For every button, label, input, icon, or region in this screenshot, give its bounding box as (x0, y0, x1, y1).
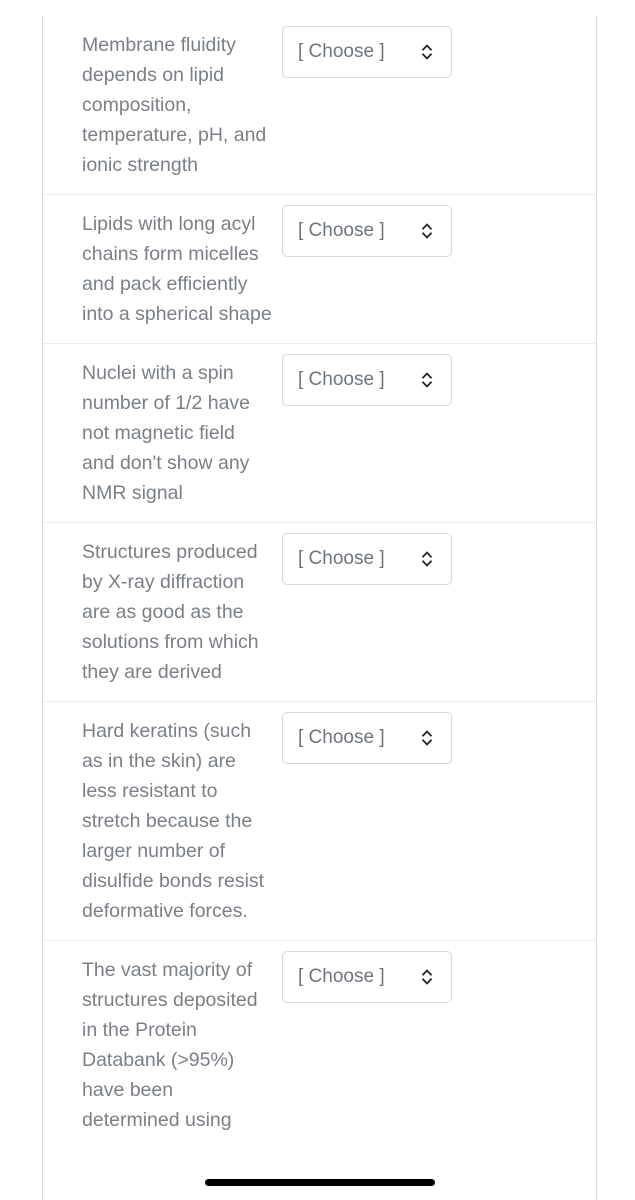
answer-select-value: [ Choose ] (298, 369, 385, 390)
chevron-up-down-icon (421, 44, 433, 60)
question-row: Lipids with long acyl chains form micell… (43, 194, 596, 343)
answer-select-value: [ Choose ] (298, 220, 385, 241)
question-row: Nuclei with a spin number of 1/2 have no… (43, 343, 596, 522)
answer-select-q5[interactable]: [ Choose ] (282, 712, 452, 764)
answer-cell: [ Choose ] (278, 523, 596, 585)
question-prompt: Lipids with long acyl chains form micell… (82, 213, 272, 325)
chevron-up-down-icon (421, 969, 433, 985)
answer-select-q1[interactable]: [ Choose ] (282, 26, 452, 78)
question-prompt: Nuclei with a spin number of 1/2 have no… (82, 362, 251, 504)
horizontal-scroll-indicator[interactable] (205, 1179, 435, 1186)
answer-select-q2[interactable]: [ Choose ] (282, 205, 452, 257)
answer-select-value: [ Choose ] (298, 548, 385, 569)
answer-select-q4[interactable]: [ Choose ] (282, 533, 452, 585)
answer-select-q6[interactable]: [ Choose ] (282, 951, 452, 1003)
answer-select-value: [ Choose ] (298, 727, 385, 748)
question-row: Membrane fluidity depends on lipid compo… (43, 16, 596, 194)
answer-cell: [ Choose ] (278, 941, 596, 1003)
answer-cell: [ Choose ] (278, 195, 596, 257)
answer-cell: [ Choose ] (278, 344, 596, 406)
answer-cell: [ Choose ] (278, 702, 596, 764)
question-row: Hard keratins (such as in the skin) are … (43, 701, 596, 940)
answer-select-q3[interactable]: [ Choose ] (282, 354, 452, 406)
question-row: Structures produced by X-ray diffraction… (43, 522, 596, 701)
chevron-up-down-icon (421, 730, 433, 746)
question-prompt: Membrane fluidity depends on lipid compo… (82, 34, 267, 176)
question-list: Membrane fluidity depends on lipid compo… (43, 16, 596, 1149)
question-row: The vast majority of structures deposite… (43, 940, 596, 1149)
chevron-up-down-icon (421, 372, 433, 388)
matching-question-panel: Membrane fluidity depends on lipid compo… (42, 16, 597, 1200)
question-prompt: Structures produced by X-ray diffraction… (82, 541, 259, 683)
answer-select-value: [ Choose ] (298, 41, 385, 62)
answer-select-value: [ Choose ] (298, 966, 385, 987)
question-prompt: The vast majority of structures deposite… (82, 959, 258, 1131)
chevron-up-down-icon (421, 551, 433, 567)
chevron-up-down-icon (421, 223, 433, 239)
question-prompt: Hard keratins (such as in the skin) are … (82, 720, 265, 922)
answer-cell: [ Choose ] (278, 16, 596, 78)
